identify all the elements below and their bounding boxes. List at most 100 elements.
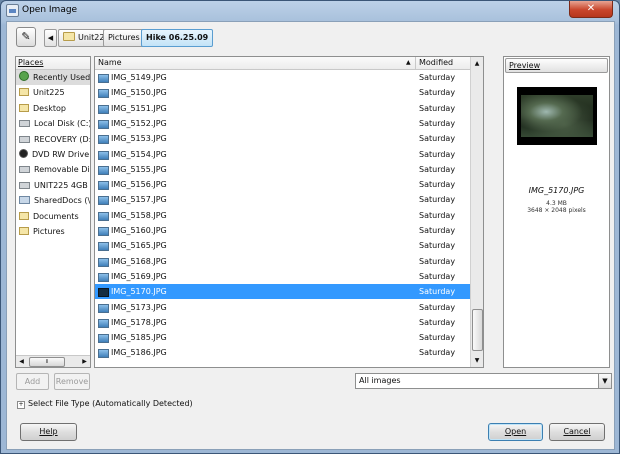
file-row[interactable]: IMG_5152.JPG Saturday: [95, 116, 483, 131]
folder-icon: [19, 103, 29, 112]
add-bookmark-button[interactable]: Add: [16, 373, 49, 390]
scroll-thumb[interactable]: [472, 309, 483, 351]
preview-panel: Preview IMG_5170.JPG 4.3 MB 3648 × 2048 …: [503, 56, 610, 368]
file-row[interactable]: IMG_5156.JPG Saturday: [95, 177, 483, 192]
file-modified: Saturday: [419, 73, 456, 82]
file-modified: Saturday: [419, 210, 456, 220]
file-modified: Saturday: [419, 103, 456, 113]
open-button[interactable]: Open: [488, 423, 543, 441]
place-item[interactable]: Recently Used: [16, 70, 90, 86]
file-list: Name ▲ Modified IMG_5149.JPG Saturday IMG_…: [94, 56, 484, 368]
image-file-icon: [98, 104, 109, 114]
file-name: IMG_5165.JPG: [111, 241, 167, 251]
open-image-dialog: Open Image ✕ ✎ ◀ Unit225 Pictures Hike 0…: [0, 0, 620, 454]
scroll-right-icon[interactable]: ▶: [79, 356, 90, 367]
file-name: IMG_5150.JPG: [111, 88, 167, 98]
file-modified: Saturday: [419, 333, 456, 343]
file-row[interactable]: IMG_5186.JPG Saturday: [95, 345, 483, 360]
places-horizontal-scrollbar[interactable]: ◀ ⦀ ▶: [16, 355, 90, 367]
file-row[interactable]: IMG_5168.JPG Saturday: [95, 254, 483, 269]
dropdown-arrow-icon[interactable]: ▼: [598, 374, 611, 388]
breadcrumb-pictures[interactable]: Pictures: [103, 29, 145, 47]
preview-filename: IMG_5170.JPG: [528, 186, 585, 195]
image-file-icon: [98, 181, 109, 191]
file-row[interactable]: IMG_5150.JPG Saturday: [95, 85, 483, 100]
places-header[interactable]: Places: [16, 57, 90, 70]
disk-icon: [19, 166, 30, 174]
image-file-icon: [98, 119, 109, 129]
preview-toggle-button[interactable]: Preview: [505, 58, 608, 73]
place-item[interactable]: SharedDocs (\\FA: [16, 193, 90, 208]
file-name: IMG_5168.JPG: [111, 256, 167, 266]
place-item[interactable]: Removable Disk (: [16, 162, 90, 177]
file-row[interactable]: IMG_5170.JPG Saturday: [95, 284, 483, 300]
help-button[interactable]: Help: [20, 423, 77, 441]
image-file-icon: [98, 74, 109, 83]
scroll-up-icon[interactable]: ▲: [471, 58, 483, 69]
place-item[interactable]: Local Disk (C:): [16, 116, 90, 131]
file-modified: Saturday: [419, 241, 456, 251]
remove-bookmark-button[interactable]: Remove: [54, 373, 90, 390]
title-bar[interactable]: Open Image ✕: [1, 1, 619, 21]
file-name: IMG_5153.JPG: [111, 134, 167, 144]
place-item[interactable]: UNIT225 4GB (G:): [16, 178, 90, 193]
file-row[interactable]: IMG_5165.JPG Saturday: [95, 238, 483, 253]
file-name: IMG_5186.JPG: [111, 348, 167, 358]
image-file-icon: [98, 196, 109, 206]
place-item[interactable]: RECOVERY (D:): [16, 132, 90, 147]
place-item[interactable]: Desktop: [16, 101, 90, 116]
file-name: IMG_5173.JPG: [111, 302, 167, 312]
recent-icon: [19, 71, 29, 81]
file-row[interactable]: IMG_5173.JPG Saturday: [95, 300, 483, 315]
file-list-vertical-scrollbar[interactable]: ▲ ▼: [470, 57, 483, 367]
place-item[interactable]: Documents: [16, 209, 90, 224]
file-row[interactable]: IMG_5178.JPG Saturday: [95, 315, 483, 330]
column-modified[interactable]: Modified: [415, 57, 453, 69]
preview-thumbnail: [517, 87, 597, 145]
scroll-thumb[interactable]: ⦀: [29, 357, 65, 367]
scroll-left-icon[interactable]: ◀: [16, 356, 27, 367]
file-name: IMG_5158.JPG: [111, 210, 167, 220]
path-scroll-left-button[interactable]: ◀: [44, 29, 57, 47]
file-row[interactable]: IMG_5157.JPG Saturday: [95, 192, 483, 207]
file-row[interactable]: IMG_5185.JPG Saturday: [95, 330, 483, 345]
folder-icon: [19, 226, 29, 235]
file-row[interactable]: IMG_5155.JPG Saturday: [95, 162, 483, 177]
file-modified: Saturday: [419, 271, 456, 281]
filter-selected-value: All images: [359, 376, 401, 385]
file-name: IMG_5156.JPG: [111, 180, 167, 190]
image-file-icon: [98, 242, 109, 252]
image-file-icon: [98, 272, 109, 282]
file-name: IMG_5157.JPG: [111, 195, 167, 205]
file-row[interactable]: IMG_5153.JPG Saturday: [95, 131, 483, 146]
file-filter-select[interactable]: All images ▼: [355, 373, 612, 389]
column-name[interactable]: Name: [98, 57, 122, 69]
scroll-down-icon[interactable]: ▼: [471, 355, 483, 366]
file-row[interactable]: IMG_5154.JPG Saturday: [95, 147, 483, 162]
image-file-icon: [98, 349, 109, 359]
close-button[interactable]: ✕: [569, 1, 613, 18]
pencil-icon: ✎: [21, 30, 31, 43]
place-label: Local Disk (C:): [34, 119, 90, 129]
breadcrumb-hike[interactable]: Hike 06.25.09: [141, 29, 214, 47]
file-row[interactable]: IMG_5149.JPG Saturday: [95, 70, 483, 85]
expand-icon[interactable]: +: [17, 401, 25, 409]
file-row[interactable]: IMG_5158.JPG Saturday: [95, 208, 483, 223]
edit-location-button[interactable]: ✎: [16, 27, 36, 47]
folder-icon: [63, 32, 75, 41]
places-list: Recently Used Unit225 Desktop Local Disk (C…: [16, 70, 90, 239]
place-item[interactable]: Unit225: [16, 85, 90, 100]
file-row[interactable]: IMG_5160.JPG Saturday: [95, 223, 483, 238]
place-label: Removable Disk (: [34, 165, 90, 175]
place-label: Documents: [33, 211, 79, 221]
place-item[interactable]: Pictures: [16, 224, 90, 239]
select-file-type-expander[interactable]: + Select File Type (Automatically Detecte…: [17, 398, 193, 410]
cancel-button[interactable]: Cancel: [549, 423, 605, 441]
file-modified: Saturday: [419, 149, 456, 159]
file-modified: Saturday: [419, 195, 456, 205]
file-row[interactable]: IMG_5169.JPG Saturday: [95, 269, 483, 284]
place-label: Unit225: [33, 88, 65, 98]
file-row[interactable]: IMG_5151.JPG Saturday: [95, 101, 483, 116]
disk-icon: [19, 135, 30, 143]
place-item[interactable]: DVD RW Drive (E:: [16, 147, 90, 162]
